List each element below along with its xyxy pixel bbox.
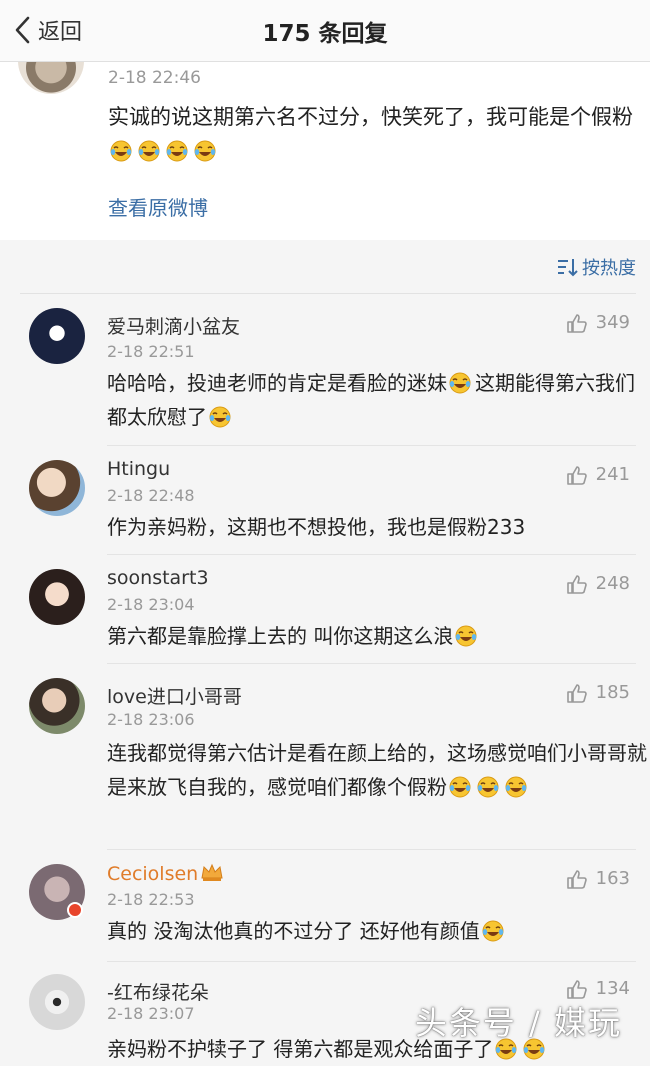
list-item: Ceciolsen 2-18 22:53 163 真的 没淘汰他真的不过分了 还… [0, 850, 650, 962]
like-count: 185 [595, 682, 630, 703]
laugh-cry-emoji-icon [449, 776, 471, 798]
like-button[interactable]: 185 [566, 682, 630, 703]
verified-badge-icon [67, 902, 83, 918]
original-comment: 2-18 22:46 实诚的说这期第六名不过分，快笑死了，我可能是个假粉 查看原… [0, 62, 650, 240]
page-title: 175 条回复 [262, 21, 388, 47]
list-item: love进口小哥哥 2-18 23:06 185 连我都觉得第六估计是看在颜上给… [0, 664, 650, 850]
thumbs-up-icon [566, 574, 587, 594]
comment-time: 2-18 23:04 [107, 595, 195, 614]
username[interactable]: Ceciolsen [107, 862, 224, 885]
list-item: Htingu 2-18 22:48 241 作为亲妈粉，这期也不想投他，我也是假… [0, 446, 650, 555]
nav-bar: 返回 175 条回复 [0, 0, 650, 62]
comment-text-body: 实诚的说这期第六名不过分，快笑死了，我可能是个假粉 [108, 105, 633, 129]
like-button[interactable]: 134 [566, 978, 630, 999]
username[interactable]: love进口小哥哥 [107, 682, 242, 709]
sort-bar: 按热度 [0, 240, 650, 294]
comment-text: 第六都是靠脸撑上去的 叫你这期这么浪 [107, 619, 647, 653]
like-button[interactable]: 349 [566, 312, 630, 333]
sort-label: 按热度 [582, 258, 636, 279]
like-button[interactable]: 241 [566, 464, 630, 485]
avatar[interactable] [29, 569, 85, 625]
username-text: Ceciolsen [107, 863, 199, 885]
comment-time: 2-18 23:07 [107, 1004, 195, 1023]
comment-text-body: 连我都觉得第六估计是看在颜上给的，这场感觉咱们小哥哥就是来放飞自我的，感觉咱们都… [107, 741, 647, 799]
sort-by-hot-button[interactable]: 按热度 [556, 254, 636, 280]
thumbs-up-icon [566, 465, 587, 485]
username[interactable]: 爱马刺滴小盆友 [107, 312, 240, 339]
like-button[interactable]: 163 [566, 868, 630, 889]
comment-text-body: 作为亲妈粉，这期也不想投他，我也是假粉233 [107, 515, 526, 539]
comment-text: 作为亲妈粉，这期也不想投他，我也是假粉233 [107, 510, 647, 544]
username[interactable]: -红布绿花朵 [107, 978, 209, 1005]
laugh-cry-emoji-icon [138, 140, 160, 162]
comment-text: 实诚的说这期第六名不过分，快笑死了，我可能是个假粉 [108, 100, 642, 168]
avatar[interactable] [18, 62, 84, 94]
comment-time: 2-18 22:46 [108, 68, 201, 88]
comment-time: 2-18 22:48 [107, 486, 195, 505]
comment-text-part: 哈哈哈，投迪老师的肯定是看脸的迷妹 [107, 371, 447, 395]
thumbs-up-icon [566, 869, 587, 889]
laugh-cry-emoji-icon [110, 140, 132, 162]
avatar[interactable] [29, 678, 85, 734]
username[interactable]: soonstart3 [107, 567, 209, 589]
like-count: 163 [595, 868, 630, 889]
like-count: 134 [595, 978, 630, 999]
avatar[interactable] [29, 308, 85, 364]
laugh-cry-emoji-icon [477, 776, 499, 798]
like-button[interactable]: 248 [566, 573, 630, 594]
thumbs-up-icon [566, 979, 587, 999]
sort-icon [558, 259, 578, 277]
laugh-cry-emoji-icon [209, 406, 231, 428]
thumbs-up-icon [566, 313, 587, 333]
laugh-cry-emoji-icon [481, 920, 504, 942]
laugh-cry-emoji-icon [449, 372, 471, 394]
watermark: 头条号 / 媒玩 [414, 1004, 622, 1042]
like-count: 349 [595, 312, 630, 333]
list-item: soonstart3 2-18 23:04 248 第六都是靠脸撑上去的 叫你这… [0, 555, 650, 664]
laugh-cry-emoji-icon [166, 140, 188, 162]
like-count: 241 [595, 464, 630, 485]
list-item: 爱马刺滴小盆友 2-18 22:51 349 哈哈哈，投迪老师的肯定是看脸的迷妹… [0, 294, 650, 446]
comment-text: 哈哈哈，投迪老师的肯定是看脸的迷妹 这期能得第六我们都太欣慰了 [107, 366, 647, 434]
username[interactable]: Htingu [107, 458, 170, 480]
comment-text-body: 真的 没淘汰他真的不过分了 还好他有颜值 [107, 919, 480, 943]
comment-text-body: 第六都是靠脸撑上去的 叫你这期这么浪 [107, 624, 454, 648]
comment-time: 2-18 23:06 [107, 710, 195, 729]
avatar[interactable] [29, 974, 85, 1030]
laugh-cry-emoji-icon [505, 776, 527, 798]
comment-text: 连我都觉得第六估计是看在颜上给的，这场感觉咱们小哥哥就是来放飞自我的，感觉咱们都… [107, 736, 647, 804]
like-count: 248 [595, 573, 630, 594]
view-original-weibo-link[interactable]: 查看原微博 [108, 192, 208, 221]
vip-crown-icon [201, 863, 223, 881]
laugh-cry-emoji-icon [455, 625, 478, 647]
comment-text: 真的 没淘汰他真的不过分了 还好他有颜值 [107, 914, 647, 948]
laugh-cry-emoji-icon [194, 140, 216, 162]
comment-time: 2-18 22:53 [107, 890, 195, 909]
thumbs-up-icon [566, 683, 587, 703]
comment-time: 2-18 22:51 [107, 342, 195, 361]
avatar[interactable] [29, 460, 85, 516]
